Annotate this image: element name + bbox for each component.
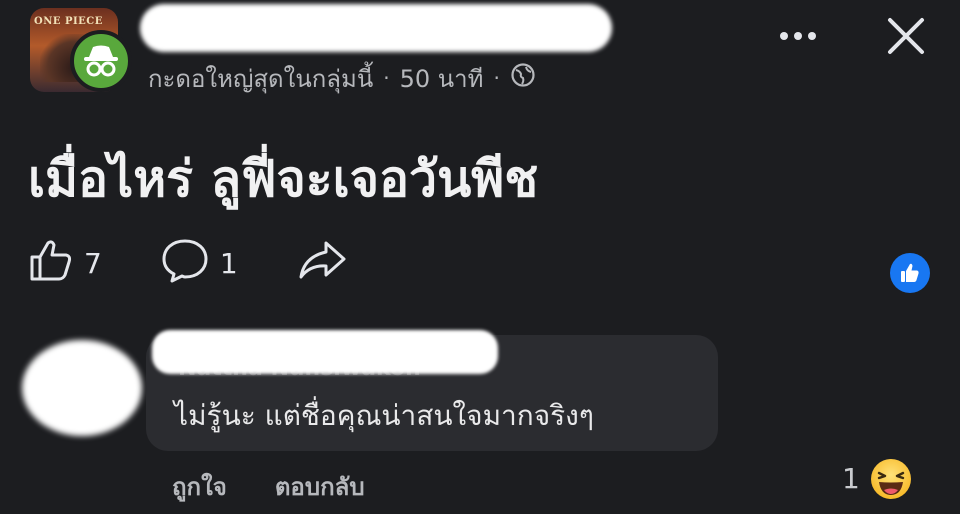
thumbs-up-icon: [28, 237, 74, 290]
like-button[interactable]: 7: [28, 237, 102, 290]
post-time[interactable]: 50 นาที: [400, 59, 484, 98]
more-dots-icon[interactable]: [776, 18, 820, 54]
anonymous-member-icon: [70, 30, 132, 92]
post-action-bar: 7 1: [28, 236, 348, 290]
comment-count: 1: [219, 246, 238, 280]
meta-separator: ·: [383, 66, 390, 90]
share-button[interactable]: [296, 237, 348, 290]
commenter-avatar[interactable]: [22, 340, 142, 436]
comment-like-link[interactable]: ถูกใจ: [172, 467, 227, 506]
comment-text: ไม่รู้นะ แต่ชื่อคุณน่าสนใจมากจริงๆ: [174, 399, 594, 432]
haha-emoji-icon[interactable]: [870, 458, 912, 500]
like-reaction-icon[interactable]: [890, 253, 930, 293]
comment-actions: ถูกใจ ตอบกลับ: [172, 466, 365, 506]
comment-button[interactable]: 1: [160, 237, 238, 290]
like-count: 7: [84, 246, 102, 280]
share-arrow-icon: [296, 237, 348, 290]
post-meta: กะดอใหญ่สุดในกลุ่มนี้ · 50 นาที ·: [148, 60, 536, 96]
comment-reaction-count[interactable]: 1: [842, 462, 860, 495]
redacted-author-name: [140, 4, 612, 52]
comment-bubble-icon: [160, 237, 210, 290]
close-icon[interactable]: [884, 14, 928, 58]
group-logo-text: ONE PIECE: [34, 16, 103, 27]
redacted-commenter-name: [152, 330, 498, 374]
meta-separator-2: ·: [493, 66, 500, 90]
member-badge-label[interactable]: กะดอใหญ่สุดในกลุ่มนี้: [148, 59, 373, 98]
post-text: เมื่อไหร่ ลูฟี่จะเจอวันพีช: [28, 150, 539, 208]
globe-icon: [510, 62, 536, 94]
comment-reply-link[interactable]: ตอบกลับ: [275, 467, 365, 506]
